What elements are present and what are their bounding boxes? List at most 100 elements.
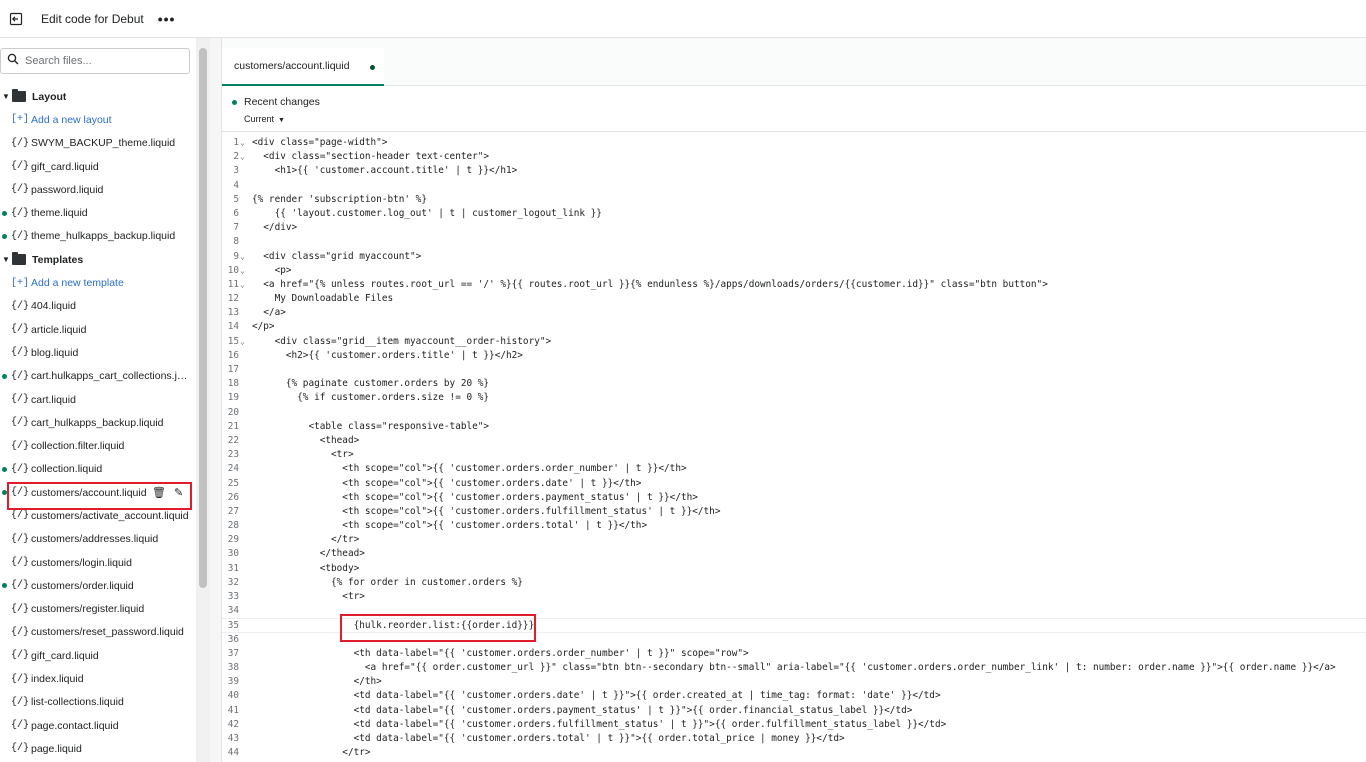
pencil-icon[interactable]: ✎ [174, 486, 183, 499]
file-item[interactable]: {/} gift_card.liquid [0, 644, 196, 667]
file-item[interactable]: {/} page.liquid [0, 737, 196, 760]
code-line[interactable]: 10 ⌄ <p> [222, 264, 1366, 278]
code-line[interactable]: 1 ⌄ <div class="page-width"> [222, 136, 1366, 150]
fold-chevron-icon[interactable]: ⌄ [240, 136, 245, 150]
fold-chevron-icon[interactable]: ⌄ [240, 150, 245, 164]
liquid-file-icon: {/} [11, 510, 30, 522]
file-item[interactable]: {/} cart_hulkapps_backup.liquid [0, 411, 196, 434]
file-item[interactable]: {/} customers/addresses.liquid [0, 528, 196, 551]
code-line[interactable]: 11 ⌄ <a href="{% unless routes.root_url =… [222, 278, 1366, 292]
code-line[interactable]: 19 {% if customer.orders.size != 0 %} [222, 391, 1366, 405]
version-select[interactable]: Current ▼ [244, 114, 285, 124]
file-item[interactable]: {/} customers/account.liquid 🗑 ✎ [0, 481, 196, 504]
file-item[interactable]: {/} collection.filter.liquid [0, 434, 196, 457]
code-line[interactable]: 34 [222, 604, 1366, 618]
fold-chevron-icon[interactable]: ⌄ [240, 264, 245, 278]
more-actions-button[interactable]: ••• [158, 11, 176, 27]
tab-customers-account[interactable]: customers/account.liquid [222, 48, 384, 86]
code-line[interactable]: 37 <th data-label="{{ 'customer.orders.o… [222, 647, 1366, 661]
code-line[interactable]: 9 ⌄ <div class="grid myaccount"> [222, 250, 1366, 264]
add-layout-link[interactable]: [+] Add a new layout [0, 108, 196, 131]
fold-chevron-icon[interactable]: ⌄ [240, 278, 245, 292]
file-item[interactable]: {/} blog.liquid [0, 341, 196, 364]
file-item[interactable]: {/} cart.liquid [0, 388, 196, 411]
file-item[interactable]: {/} customers/login.liquid [0, 551, 196, 574]
code-line[interactable]: 5 {% render 'subscription-btn' %} [222, 193, 1366, 207]
code-line[interactable]: 21 <table class="responsive-table"> [222, 420, 1366, 434]
code-line[interactable]: 2 ⌄ <div class="section-header text-cente… [222, 150, 1366, 164]
file-item[interactable]: {/} password.liquid [0, 178, 196, 201]
file-label: article.liquid [31, 323, 87, 336]
code-line[interactable]: 42 <td data-label="{{ 'customer.orders.f… [222, 718, 1366, 732]
trash-icon[interactable]: 🗑 [152, 486, 166, 499]
caret-down-icon: ▼ [278, 117, 285, 124]
code-line[interactable]: 24 <th scope="col">{{ 'customer.orders.o… [222, 462, 1366, 476]
line-number: 43 [227, 732, 239, 744]
exit-icon[interactable] [4, 7, 28, 31]
code-text: <th scope="col">{{ 'customer.orders.date… [252, 477, 642, 489]
code-line[interactable]: 32 {% for order in customer.orders %} [222, 576, 1366, 590]
code-line[interactable]: 29 </tr> [222, 533, 1366, 547]
code-line[interactable]: 43 <td data-label="{{ 'customer.orders.t… [222, 732, 1366, 746]
recent-changes-dot [232, 100, 237, 105]
file-item[interactable]: {/} customers/reset_password.liquid [0, 621, 196, 644]
file-item[interactable]: {/} customers/order.liquid [0, 574, 196, 597]
code-line[interactable]: 17 [222, 363, 1366, 377]
code-line[interactable]: 14 </p> [222, 320, 1366, 334]
file-item[interactable]: {/} page.contact.liquid [0, 714, 196, 737]
search-input[interactable] [25, 55, 185, 67]
file-item[interactable]: {/} customers/register.liquid [0, 598, 196, 621]
add-templates-link[interactable]: [+] Add a new template [0, 271, 196, 294]
file-item[interactable]: {/} theme.liquid [0, 201, 196, 224]
code-line[interactable]: 40 <td data-label="{{ 'customer.orders.d… [222, 689, 1366, 703]
code-line[interactable]: 22 <thead> [222, 434, 1366, 448]
file-item[interactable]: {/} list-collections.liquid [0, 691, 196, 714]
sidebar-scrollbar[interactable] [196, 38, 210, 762]
code-line[interactable]: 33 <tr> [222, 590, 1366, 604]
file-label: SWYM_BACKUP_theme.liquid [31, 137, 176, 150]
file-item[interactable]: {/} index.liquid [0, 667, 196, 690]
line-number: 13 [227, 307, 239, 319]
code-line[interactable]: 35 {hulk.reorder.list:{{order.id}}} [222, 618, 1366, 633]
code-line[interactable]: 36 [222, 633, 1366, 647]
liquid-file-icon: {/} [11, 603, 30, 615]
file-item[interactable]: {/} customers/activate_account.liquid [0, 504, 196, 527]
code-line[interactable]: 6 {{ 'layout.customer.log_out' | t | cus… [222, 207, 1366, 221]
code-line[interactable]: 38 <a href="{{ order.customer_url }}" cl… [222, 661, 1366, 675]
line-number: 22 [227, 434, 239, 446]
code-line[interactable]: 23 <tr> [222, 448, 1366, 462]
code-line[interactable]: 20 [222, 406, 1366, 420]
code-line[interactable]: 30 </thead> [222, 547, 1366, 561]
code-line[interactable]: 41 <td data-label="{{ 'customer.orders.p… [222, 704, 1366, 718]
file-item[interactable]: {/} SWYM_BACKUP_theme.liquid [0, 132, 196, 155]
code-line[interactable]: 39 </th> [222, 675, 1366, 689]
fold-chevron-icon[interactable]: ⌄ [240, 250, 245, 264]
folder-templates[interactable]: ▼ Templates [0, 248, 196, 271]
code-line[interactable]: 16 <h2>{{ 'customer.orders.title' | t }}… [222, 349, 1366, 363]
code-line[interactable]: 4 [222, 179, 1366, 193]
code-line[interactable]: 27 <th scope="col">{{ 'customer.orders.f… [222, 505, 1366, 519]
code-line[interactable]: 31 <tbody> [222, 562, 1366, 576]
code-line[interactable]: 15 ⌄ <div class="grid__item myaccount__or… [222, 335, 1366, 349]
code-line[interactable]: 7 </div> [222, 221, 1366, 235]
folder-layout[interactable]: ▼ Layout [0, 85, 196, 108]
file-item[interactable]: {/} gift_card.liquid [0, 155, 196, 178]
code-line[interactable]: 3 <h1>{{ 'customer.account.title' | t }}… [222, 164, 1366, 178]
liquid-file-icon: {/} [11, 184, 30, 196]
file-item[interactable]: {/} collection.liquid [0, 458, 196, 481]
code-line[interactable]: 44 </tr> [222, 746, 1366, 760]
file-item[interactable]: {/} cart.hulkapps_cart_collections.jso... [0, 365, 196, 388]
file-item[interactable]: {/} theme_hulkapps_backup.liquid [0, 225, 196, 248]
code-line[interactable]: 28 <th scope="col">{{ 'customer.orders.t… [222, 519, 1366, 533]
code-line[interactable]: 25 <th scope="col">{{ 'customer.orders.d… [222, 477, 1366, 491]
file-item[interactable]: {/} 404.liquid [0, 295, 196, 318]
code-line[interactable]: 26 <th scope="col">{{ 'customer.orders.p… [222, 491, 1366, 505]
code-line[interactable]: 18 {% paginate customer.orders by 20 %} [222, 377, 1366, 391]
file-item[interactable]: {/} article.liquid [0, 318, 196, 341]
scrollbar-thumb[interactable] [199, 48, 207, 588]
code-area[interactable]: 1 ⌄ <div class="page-width"> 2 ⌄ <div class=… [222, 136, 1366, 762]
code-line[interactable]: 12 My Downloadable Files [222, 292, 1366, 306]
code-line[interactable]: 13 </a> [222, 306, 1366, 320]
code-line[interactable]: 8 [222, 235, 1366, 249]
fold-chevron-icon[interactable]: ⌄ [240, 335, 245, 349]
